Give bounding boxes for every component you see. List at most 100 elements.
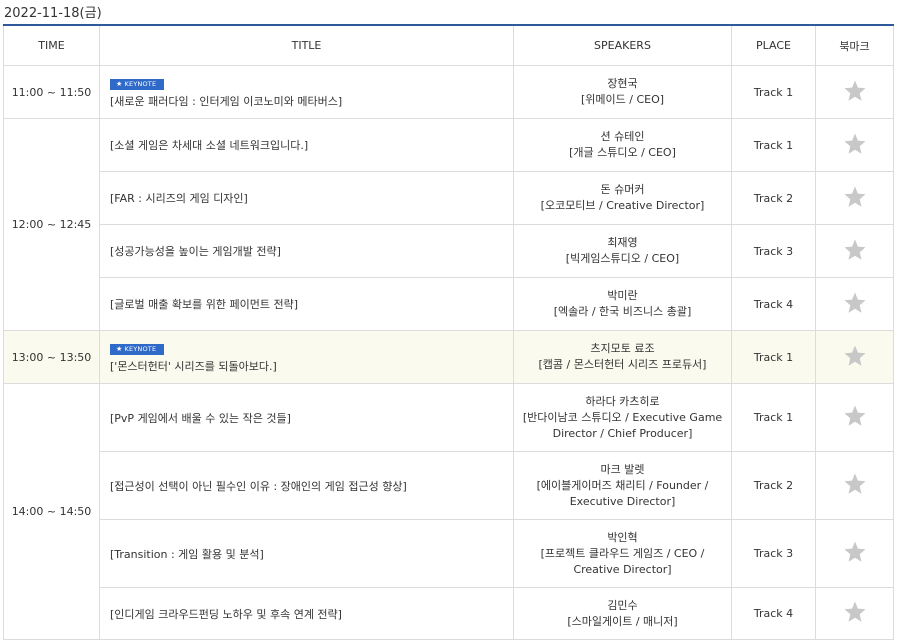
session-time: 13:00 ~ 13:50 [3, 330, 100, 384]
bookmark-cell [815, 587, 894, 640]
keynote-label: KEYNOTE [124, 79, 157, 88]
keynote-badge: ★ KEYNOTE [110, 78, 165, 90]
session-title-cell[interactable]: [접근성이 선택이 아닌 필수인 이유 : 장애인의 게임 접근성 향상] [99, 451, 514, 520]
session-row: 11:00 ~ 11:50 ★ KEYNOTE [새로운 패러다임 : 인터게임 … [3, 65, 894, 119]
session-title: [새로운 패러다임 : 인터게임 이코노미와 메타버스] [110, 94, 343, 108]
session-time: 12:00 ~ 12:45 [3, 118, 100, 331]
session-place: Track 1 [731, 330, 816, 384]
session-row: [접근성이 선택이 아닌 필수인 이유 : 장애인의 게임 접근성 향상] 마크… [4, 451, 894, 520]
speaker-affiliation: [오코모티브 / Creative Director] [540, 199, 705, 212]
bookmark-star-icon[interactable] [843, 404, 867, 428]
header-row: TIME TITLE SPEAKERS PLACE 북마크 [3, 24, 894, 66]
speaker-cell: 마크 발렛 [에이블게이머즈 채리티 / Founder / Executive… [513, 451, 732, 520]
speaker-name: 박미란 [607, 289, 638, 302]
bookmark-cell [815, 277, 894, 331]
session-title-cell[interactable]: [FAR : 시리즈의 게임 디자인] [99, 171, 514, 225]
session-place: Track 3 [731, 519, 816, 588]
speaker-name: 하라다 카츠히로 [585, 394, 660, 408]
speaker-name: 장현국 [607, 77, 638, 90]
speaker-affiliation: [반다이남코 스튜디오 / Executive Game Director / … [522, 410, 723, 440]
session-row: [Transition : 게임 활용 및 분석] 박인혁 [프로젝트 클라우드… [4, 519, 894, 588]
speaker-name: 돈 슈머커 [600, 183, 645, 196]
session-place: Track 2 [731, 171, 816, 225]
bookmark-cell [815, 451, 894, 520]
session-place: Track 1 [731, 65, 816, 119]
session-row: [FAR : 시리즈의 게임 디자인] 돈 슈머커 [오코모티브 / Creat… [4, 171, 894, 225]
bookmark-star-icon[interactable] [843, 79, 867, 103]
session-title-cell[interactable]: [성공가능성을 높이는 게임개발 전략] [99, 224, 514, 278]
speaker-cell: 박인혁 [프로젝트 클라우드 게임즈 / CEO / Creative Dire… [513, 519, 732, 588]
session-title: [Transition : 게임 활용 및 분석] [110, 547, 264, 561]
speaker-affiliation: [빅게임스튜디오 / CEO] [565, 252, 680, 265]
speaker-cell: 츠지모토 료조 [캡콤 / 몬스터헌터 시리즈 프로듀서] [513, 330, 732, 384]
bookmark-star-icon[interactable] [843, 238, 867, 262]
session-title-cell[interactable]: ★ KEYNOTE ['몬스터헌터' 시리즈를 되돌아보다.] [99, 330, 514, 384]
speaker-cell: 김민수 [스마일게이트 / 매니저] [513, 587, 732, 640]
session-row: 13:00 ~ 13:50 ★ KEYNOTE ['몬스터헌터' 시리즈를 되돌아… [3, 330, 894, 384]
speaker-cell: 하라다 카츠히로 [반다이남코 스튜디오 / Executive Game Di… [513, 383, 732, 452]
session-place: Track 1 [731, 118, 816, 172]
session-place: Track 1 [731, 383, 816, 452]
session-title-cell[interactable]: [인디게임 크라우드펀딩 노하우 및 후속 연계 전략] [99, 587, 514, 640]
session-row: 14:00 ~ 14:50 [PvP 게임에서 배울 수 있는 작은 것들] 하… [3, 383, 894, 640]
header-bookmark: 북마크 [815, 24, 894, 66]
session-title: ['몬스터헌터' 시리즈를 되돌아보다.] [110, 359, 277, 373]
session-title-cell[interactable]: ★ KEYNOTE [새로운 패러다임 : 인터게임 이코노미와 메타버스] [99, 65, 514, 119]
bookmark-star-icon[interactable] [843, 540, 867, 564]
session-title: [소셜 게임은 차세대 소셜 네트워크입니다.] [110, 139, 309, 152]
speaker-name: 마크 발렛 [600, 462, 645, 476]
session-title: [FAR : 시리즈의 게임 디자인] [110, 192, 248, 205]
session-title-cell[interactable]: [Transition : 게임 활용 및 분석] [99, 519, 514, 588]
schedule-date: 2022-11-18(금) [4, 6, 102, 21]
session-place: Track 4 [731, 277, 816, 331]
bookmark-cell [815, 383, 894, 452]
speaker-affiliation: [개글 스튜디오 / CEO] [569, 146, 676, 159]
bookmark-star-icon[interactable] [843, 291, 867, 315]
speaker-affiliation: [엑솔라 / 한국 비즈니스 총괄] [553, 305, 692, 318]
session-row: [인디게임 크라우드펀딩 노하우 및 후속 연계 전략] 김민수 [스마일게이트… [4, 587, 894, 640]
bookmark-star-icon[interactable] [843, 344, 867, 368]
bookmark-cell [815, 171, 894, 225]
speaker-name: 최재영 [607, 236, 638, 249]
bookmark-star-icon[interactable] [843, 600, 867, 624]
bookmark-cell [815, 330, 894, 384]
speaker-name: 박인혁 [607, 530, 638, 544]
session-place: Track 3 [731, 224, 816, 278]
speaker-name: 츠지모토 료조 [590, 342, 655, 355]
bookmark-cell [815, 118, 894, 172]
session-title-cell[interactable]: [글로벌 매출 확보를 위한 페이먼트 전략] [99, 277, 514, 331]
speaker-cell: 장현국 [위메이드 / CEO] [513, 65, 732, 119]
speaker-cell: 박미란 [엑솔라 / 한국 비즈니스 총괄] [513, 277, 732, 331]
speaker-affiliation: [위메이드 / CEO] [580, 93, 665, 106]
session-row: 12:00 ~ 12:45 [소셜 게임은 차세대 소셜 네트워크입니다.] 션… [3, 118, 894, 331]
session-title: [글로벌 매출 확보를 위한 페이먼트 전략] [110, 298, 298, 311]
session-title: [접근성이 선택이 아닌 필수인 이유 : 장애인의 게임 접근성 향상] [110, 479, 407, 493]
speaker-name: 김민수 [607, 598, 638, 612]
speaker-cell: 최재영 [빅게임스튜디오 / CEO] [513, 224, 732, 278]
bookmark-star-icon[interactable] [843, 472, 867, 496]
bookmark-cell [815, 224, 894, 278]
session-row: [성공가능성을 높이는 게임개발 전략] 최재영 [빅게임스튜디오 / CEO]… [4, 224, 894, 278]
bookmark-cell [815, 65, 894, 119]
bookmark-star-icon[interactable] [843, 132, 867, 156]
session-title: [PvP 게임에서 배울 수 있는 작은 것들] [110, 411, 291, 425]
speaker-affiliation: [스마일게이트 / 매니저] [567, 614, 678, 628]
header-title: TITLE [99, 24, 514, 66]
speaker-name: 션 슈테인 [600, 130, 645, 143]
star-icon: ★ [116, 79, 123, 88]
session-time: 14:00 ~ 14:50 [3, 383, 100, 640]
bookmark-star-icon[interactable] [843, 185, 867, 209]
keynote-label: KEYNOTE [124, 344, 157, 353]
session-place: Track 2 [731, 451, 816, 520]
session-title-cell[interactable]: [PvP 게임에서 배울 수 있는 작은 것들] [99, 383, 514, 452]
session-title-cell[interactable]: [소셜 게임은 차세대 소셜 네트워크입니다.] [99, 118, 514, 172]
schedule-table: TIME TITLE SPEAKERS PLACE 북마크 11:00 ~ 11… [3, 24, 894, 640]
header-time: TIME [3, 24, 100, 66]
speaker-affiliation: [캡콤 / 몬스터헌터 시리즈 프로듀서] [538, 358, 707, 371]
star-icon: ★ [116, 344, 123, 353]
speaker-affiliation: [프로젝트 클라우드 게임즈 / CEO / Creative Director… [540, 546, 705, 576]
keynote-badge: ★ KEYNOTE [110, 343, 165, 355]
session-row: [글로벌 매출 확보를 위한 페이먼트 전략] 박미란 [엑솔라 / 한국 비즈… [4, 277, 894, 331]
session-place: Track 4 [731, 587, 816, 640]
header-speakers: SPEAKERS [513, 24, 732, 66]
